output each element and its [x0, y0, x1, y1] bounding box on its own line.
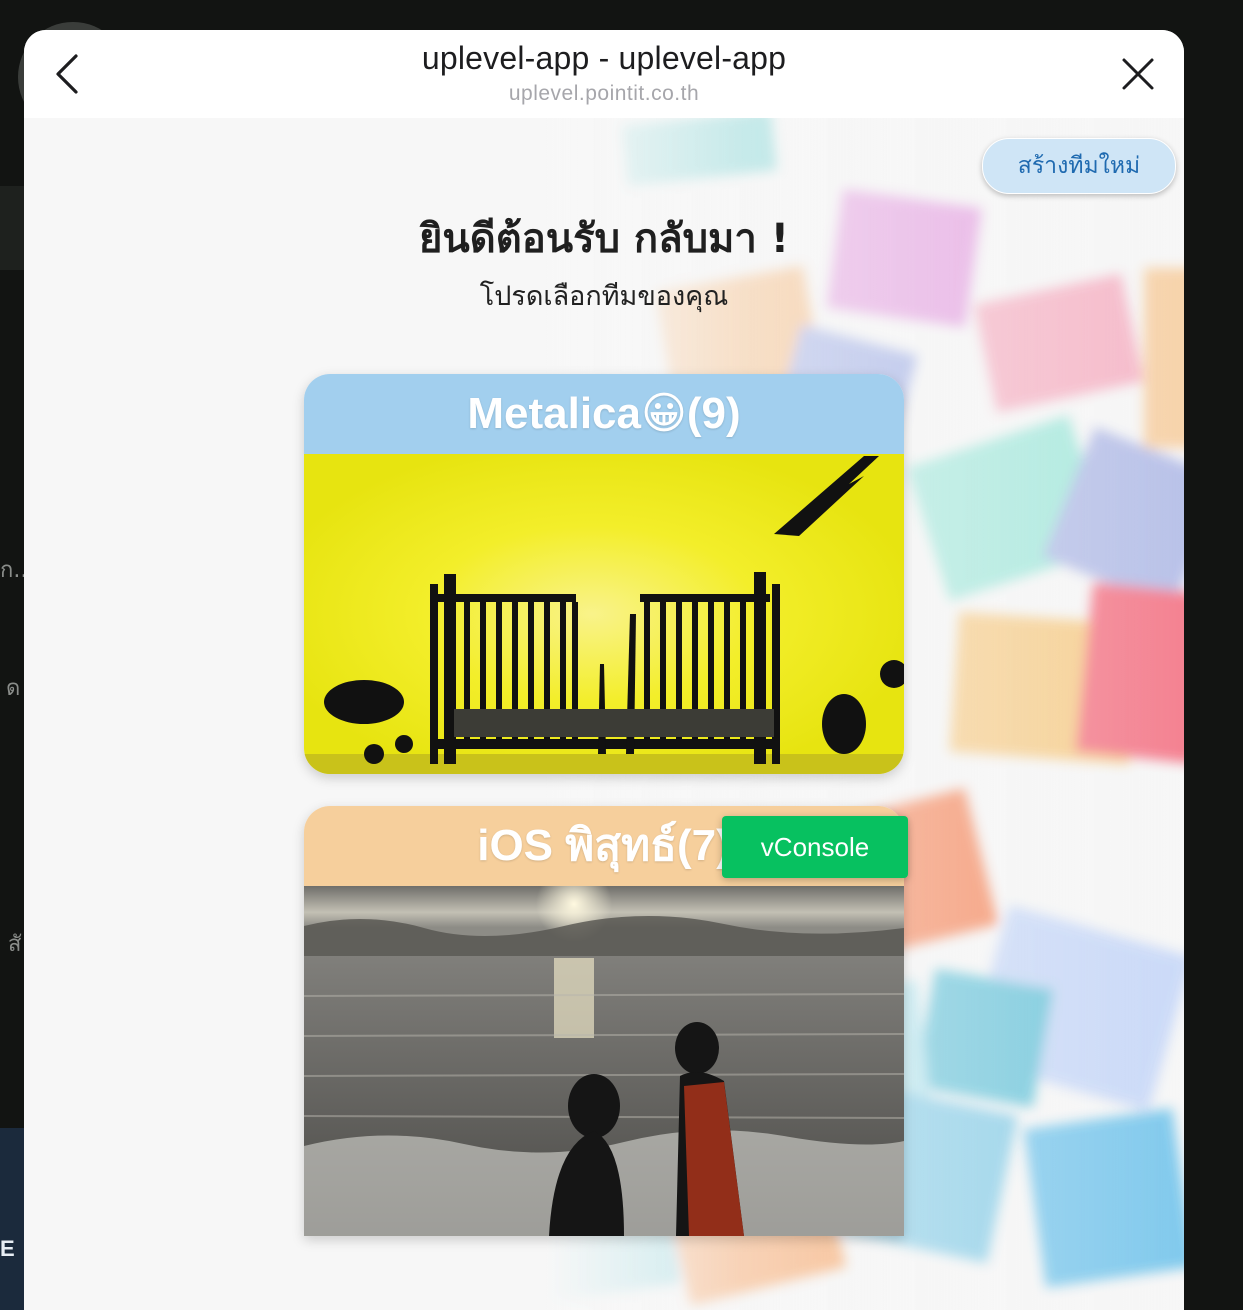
webview-sheet: uplevel-app - uplevel-app uplevel.pointi…: [24, 30, 1184, 1310]
select-team-subtitle: โปรดเลือกทีมของคุณ: [479, 281, 729, 312]
welcome-heading: ยินดีต้อนรับ กลับมา !: [418, 216, 790, 262]
team-cover-image: [304, 886, 904, 1236]
background-text: ด: [6, 676, 21, 701]
page-url: uplevel.pointit.co.th: [508, 82, 700, 105]
page-title: uplevel-app - uplevel-app: [421, 40, 787, 76]
background-letter: E: [0, 1236, 15, 1261]
team-cover-image: [304, 454, 904, 774]
close-button[interactable]: [1118, 54, 1158, 94]
sheet-header: uplevel-app - uplevel-app uplevel.pointi…: [24, 30, 1184, 118]
team-card-title: Metalica😀(9): [304, 374, 904, 454]
create-team-button[interactable]: สร้างทีมใหม่: [982, 138, 1176, 194]
close-icon: [1122, 58, 1154, 90]
background-text: สั: [8, 932, 22, 957]
vconsole-button[interactable]: vConsole: [722, 816, 908, 878]
team-select-page: สร้างทีมใหม่ ยินดีต้อนรับ กลับมา ! โปรดเ…: [24, 118, 1184, 1310]
team-card-metalica[interactable]: Metalica😀(9): [304, 374, 904, 774]
